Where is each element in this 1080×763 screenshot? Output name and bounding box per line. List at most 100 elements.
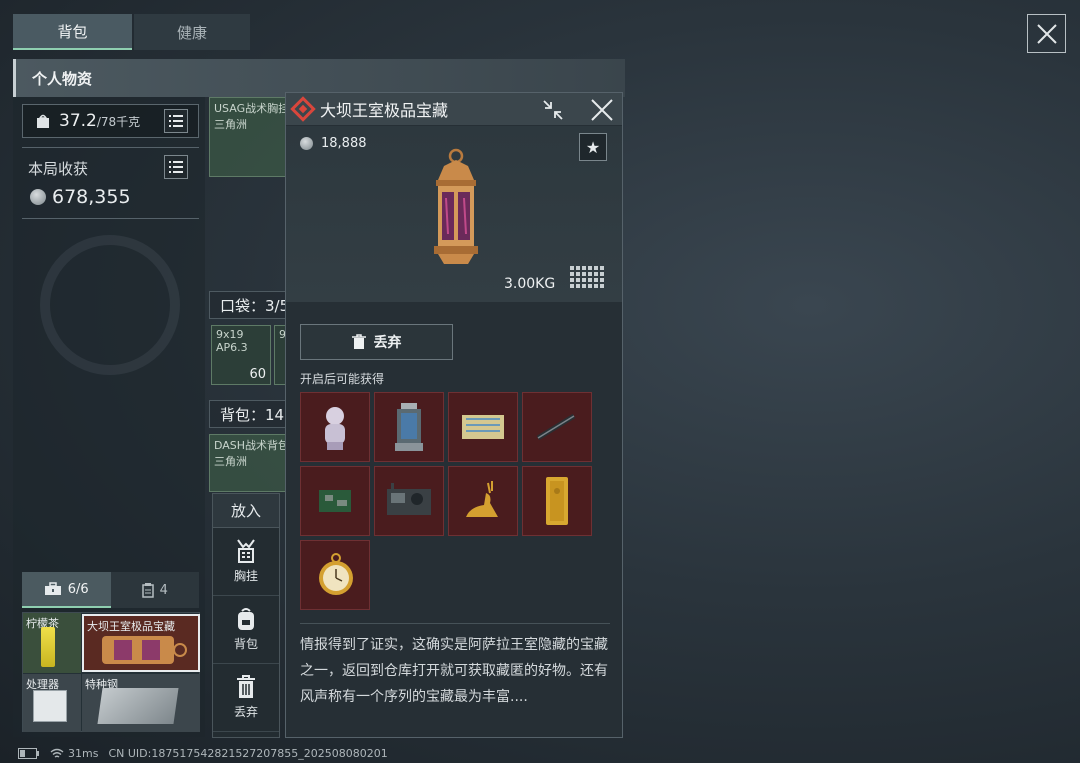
slot-special-steel[interactable]: 特种钢 [82,674,200,732]
divider [22,218,199,219]
golden-deer-icon [466,481,498,517]
wifi-icon [50,748,64,758]
loot-label: 开启后可能获得 [300,372,385,386]
backpack-label: 背包：14 [220,405,285,424]
close-icon[interactable] [590,98,614,122]
coin-icon [30,189,46,205]
loot-item[interactable] [448,392,518,462]
item-description: 情报得到了证实，这确实是阿萨拉王室隐藏的宝藏之一，返回到仓库打开就可获取藏匿的好… [300,623,610,710]
status-bar: 31ms CN UID:187517542821527207855_202508… [18,744,388,762]
ammo-count: 60 [249,367,266,382]
put-in-backpack-button[interactable]: 背包 [213,596,279,664]
backpack-icon [238,608,254,630]
processor-icon [33,690,67,722]
toolbox-icon [44,582,61,595]
secure-tabs: 6/6 4 [22,572,199,608]
detail-title: 大坝王室极品宝藏 [320,101,449,120]
loot-item[interactable] [300,540,370,610]
weight-max: /78千克 [96,114,141,129]
vest-slot[interactable]: USAG战术胸挂 三角洲 [209,97,287,177]
battery-icon [18,747,39,759]
trash-icon [237,675,255,698]
ammo-name: 9x19 AP6.3 [216,328,248,354]
item-preview: 18,888 ★ 3.00KG [286,126,622,302]
favorite-button[interactable]: ★ [579,133,607,161]
rarity-diamond-icon [290,96,316,122]
harvest-value: 678,355 [30,186,131,208]
secure-item-count: 4 [159,582,168,598]
secure-slot-grid: 柠檬茶 大坝王室极品宝藏 处理器 特种钢 [22,612,200,732]
lantern-device-icon [395,403,423,451]
user-uid: CN UID:187517542821527207855_20250808020… [108,746,388,760]
lantern-icon [434,148,478,264]
discard-button[interactable]: 丢弃 [213,664,279,732]
lemon-tea-icon [41,627,55,667]
harvest-label: 本局收获 [28,160,89,178]
loot-item[interactable] [300,466,370,536]
weight-current: 37.2 [59,111,97,131]
gold-bar-icon [546,477,568,525]
figurine-icon [325,407,345,450]
drop-button[interactable]: 丢弃 [300,324,453,360]
action-label: 胸挂 [233,569,258,583]
detail-title-bar: 大坝王室极品宝藏 [286,93,622,125]
weight-icon [37,114,49,128]
tab-secure-box[interactable]: 6/6 [22,572,111,608]
close-icon [1036,23,1057,44]
harvest-amount: 678,355 [52,186,131,208]
close-button[interactable] [1027,14,1066,53]
harvest-list-button[interactable] [164,155,188,179]
star-icon: ★ [585,137,601,157]
slot-royal-treasure[interactable]: 大坝王室极品宝藏 [82,614,200,672]
cloth-bundle-icon [462,415,504,439]
put-in-vest-button[interactable]: 胸挂 [213,528,279,596]
pen-icon [536,413,576,441]
loot-item[interactable] [300,392,370,462]
backpack-header: 背包：14 [209,400,287,428]
pocket-label: 口袋：3/5 [220,296,290,315]
vest-location: 三角洲 [214,118,247,131]
action-menu-title: 放入 [213,494,279,528]
lantern-icon [102,636,187,664]
list-icon [169,161,183,173]
pocket-watch-icon [319,553,353,595]
trash-icon [351,334,366,349]
clipboard-icon [141,582,154,598]
action-label: 丢弃 [233,705,258,719]
drop-label: 丢弃 [373,335,402,351]
slot-processor[interactable]: 处理器 [23,674,81,732]
divider [22,147,199,148]
price-value: 18,888 [321,136,367,151]
loot-item[interactable] [374,466,444,536]
weight-list-button[interactable] [164,109,188,133]
coin-icon [300,137,313,150]
backpack-slot[interactable]: DASH战术背包 三角洲 [209,434,287,492]
backpack-location: 三角洲 [214,455,247,468]
slot-lemon-tea[interactable]: 柠檬茶 [23,613,81,673]
steel-ingot-icon [97,688,179,724]
item-price: 18,888 [300,136,367,151]
radio-icon [387,483,431,515]
loot-item[interactable] [374,392,444,462]
action-label: 背包 [233,637,258,651]
tab-backpack[interactable]: 背包 [13,14,132,50]
loot-item[interactable] [448,466,518,536]
collapse-icon[interactable] [542,99,564,121]
ping-value: 31ms [68,746,99,760]
pocket-header: 口袋：3/5 [209,291,290,319]
circuit-board-icon [319,490,351,512]
tab-secure-items[interactable]: 4 [110,572,199,608]
emblem-watermark [40,235,180,375]
loot-item[interactable] [522,392,592,462]
item-detail-window: 大坝王室极品宝藏 18,888 ★ 3.00KG 丢弃 开启后可能获得 情报得到… [285,92,623,738]
ammo-name: 9x19 AP6.3 [279,328,286,341]
vest-name: USAG战术胸挂 [214,102,287,115]
backpack-name: DASH战术背包 [214,439,287,452]
tab-health[interactable]: 健康 [134,14,250,50]
action-menu: 放入 胸挂 背包 丢弃 [212,493,280,738]
pocket-item-1[interactable]: 9x19 AP6.3 60 [211,325,271,385]
list-icon [169,115,183,127]
vest-icon [237,539,255,563]
loot-item[interactable] [522,466,592,536]
item-weight: 3.00KG [504,276,556,292]
